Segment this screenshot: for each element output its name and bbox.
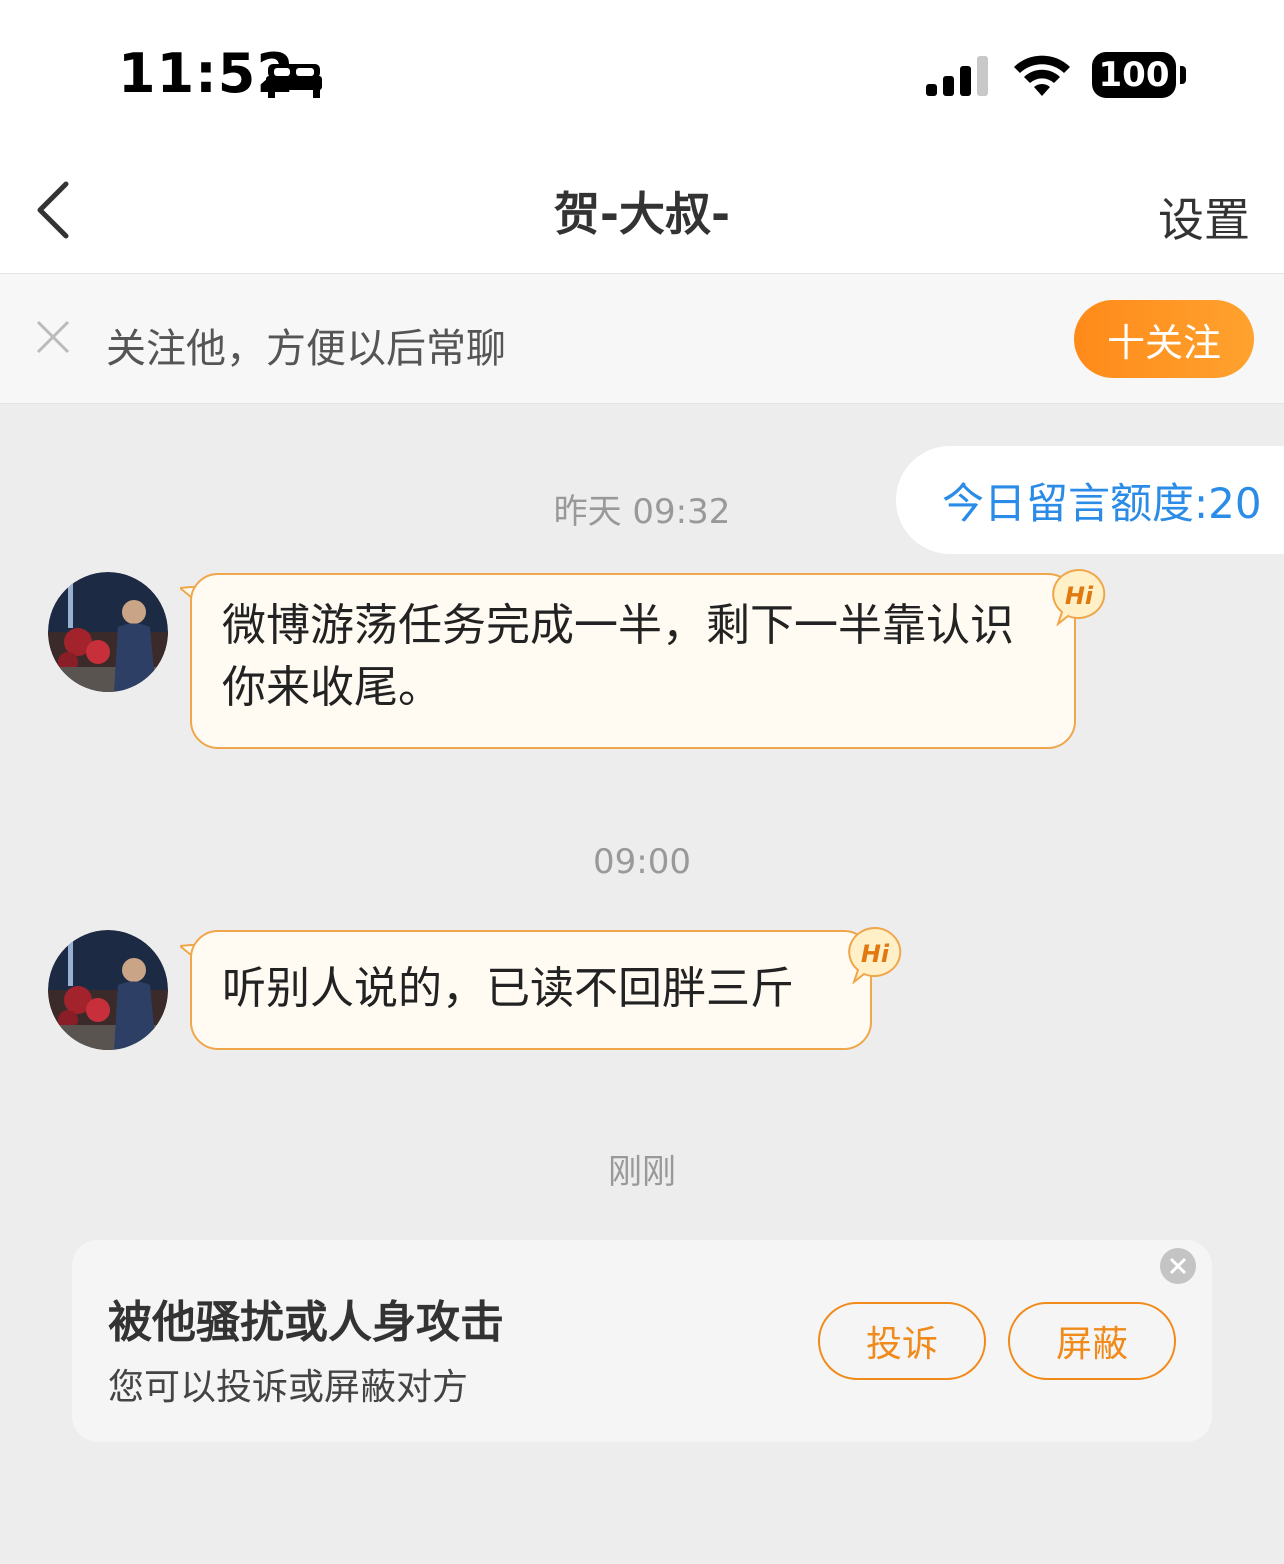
follow-button[interactable]: 十关注 xyxy=(1074,300,1254,378)
bed-icon xyxy=(266,64,322,98)
message-timestamp: 刚刚 xyxy=(608,1152,676,1192)
message-bubble[interactable]: 微博游荡任务完成一半，剩下一半靠认识你来收尾。 xyxy=(190,573,1076,749)
battery-tip xyxy=(1180,66,1186,84)
nav-bar: 贺-大叔- 设置 xyxy=(0,150,1284,274)
close-icon[interactable] xyxy=(1160,1248,1196,1284)
block-button[interactable]: 屏蔽 xyxy=(1008,1302,1176,1380)
complain-button[interactable]: 投诉 xyxy=(818,1302,986,1380)
page-title: 贺-大叔- xyxy=(553,187,731,241)
message-bubble[interactable]: 听别人说的，已读不回胖三斤 xyxy=(190,930,872,1050)
battery-icon: 100 xyxy=(1092,52,1176,98)
message-timestamp: 昨天 09:32 xyxy=(553,492,731,532)
hi-badge-text: Hi xyxy=(1065,582,1094,610)
report-card-title: 被他骚扰或人身攻击 xyxy=(108,1297,504,1348)
status-bar: 11:52 100 xyxy=(0,0,1284,150)
harassment-report-card: 被他骚扰或人身攻击 您可以投诉或屏蔽对方 投诉 屏蔽 xyxy=(72,1240,1212,1442)
wifi-icon xyxy=(1014,55,1070,96)
hi-badge-icon: Hi xyxy=(1052,568,1106,626)
close-icon[interactable] xyxy=(34,318,72,356)
message-text: 微博游荡任务完成一半，剩下一半靠认识你来收尾。 xyxy=(222,600,1014,713)
avatar[interactable] xyxy=(48,930,168,1050)
message-text: 听别人说的，已读不回胖三斤 xyxy=(222,963,794,1014)
report-card-subtitle: 您可以投诉或屏蔽对方 xyxy=(108,1367,469,1408)
avatar[interactable] xyxy=(48,572,168,692)
cellular-signal-icon xyxy=(926,56,988,96)
settings-button[interactable]: 设置 xyxy=(1158,184,1250,250)
hi-badge-text: Hi xyxy=(861,940,890,968)
follow-suggestion-text: 关注他，方便以后常聊 xyxy=(106,326,506,372)
hi-badge-icon: Hi xyxy=(848,926,902,984)
message-timestamp: 09:00 xyxy=(593,842,691,882)
follow-suggestion-bar: 关注他，方便以后常聊 十关注 xyxy=(0,274,1284,404)
